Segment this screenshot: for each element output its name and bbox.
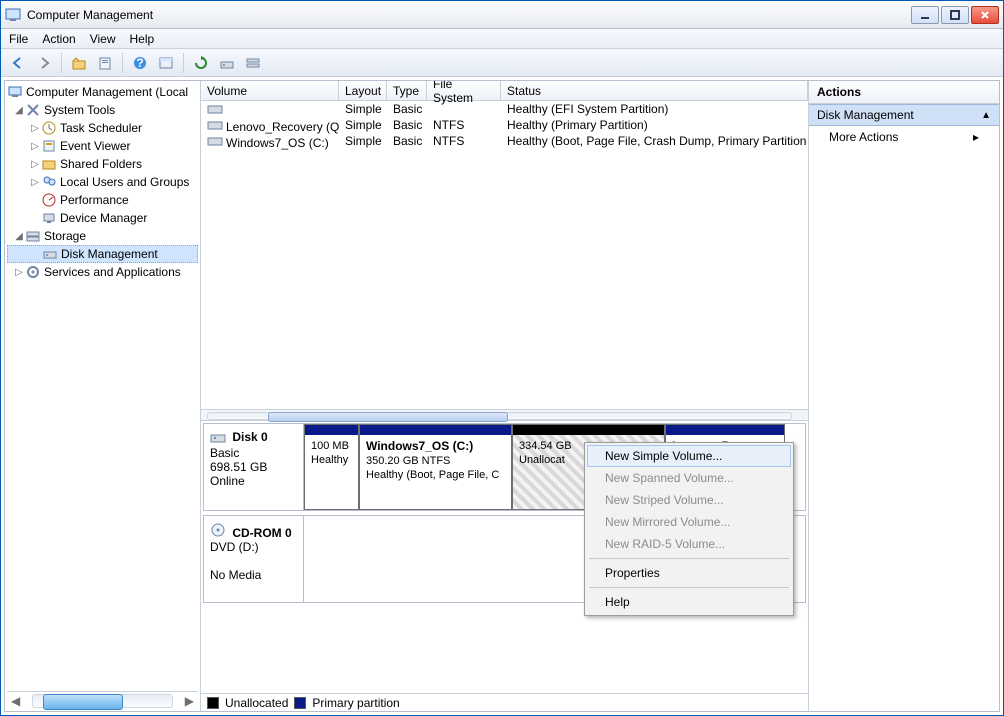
table-row[interactable]: SimpleBasicHealthy (EFI System Partition… (201, 101, 808, 117)
menu-properties[interactable]: Properties (587, 562, 791, 584)
actions-section-disk-management[interactable]: Disk Management ▲ (809, 104, 999, 126)
actions-title: Actions (809, 81, 999, 104)
volume-icon (207, 133, 223, 149)
partition[interactable]: Windows7_OS (C:)350.20 GB NTFSHealthy (B… (359, 424, 512, 510)
expand-icon[interactable]: ▷ (29, 141, 41, 152)
disk-icon (42, 246, 58, 262)
view-options-icon[interactable] (155, 52, 177, 74)
properties-icon[interactable] (94, 52, 116, 74)
up-folder-icon[interactable] (68, 52, 90, 74)
tree-services[interactable]: ▷ Services and Applications (7, 263, 198, 281)
tree-system-tools[interactable]: ◢ System Tools (7, 101, 198, 119)
volume-icon (207, 117, 223, 133)
help-icon[interactable]: ? (129, 52, 151, 74)
chevron-right-icon: ▸ (973, 130, 979, 144)
disk-list-icon[interactable] (242, 52, 264, 74)
computer-icon (7, 84, 23, 100)
menu-file[interactable]: File (9, 32, 28, 46)
maximize-button[interactable] (941, 6, 969, 24)
menu-bar: File Action View Help (1, 29, 1003, 49)
tree-performance[interactable]: Performance (7, 191, 198, 209)
services-icon (25, 264, 41, 280)
refresh-icon[interactable] (190, 52, 212, 74)
performance-icon (41, 192, 57, 208)
tree-root[interactable]: Computer Management (Local (7, 83, 198, 101)
disk-settings-icon[interactable] (216, 52, 238, 74)
menu-view[interactable]: View (90, 32, 116, 46)
close-button[interactable] (971, 6, 999, 24)
center-horizontal-scrollbar[interactable] (201, 409, 808, 421)
tree-disk-management[interactable]: Disk Management (7, 245, 198, 263)
cdrom-header[interactable]: CD-ROM 0 DVD (D:) No Media (204, 516, 304, 602)
legend: Unallocated Primary partition (201, 693, 808, 711)
table-row[interactable]: Windows7_OS (C:)SimpleBasicNTFSHealthy (… (201, 133, 808, 149)
nav-forward-button[interactable] (33, 52, 55, 74)
menu-help[interactable]: Help (130, 32, 155, 46)
users-icon (41, 174, 57, 190)
col-status[interactable]: Status (501, 81, 808, 100)
menu-action[interactable]: Action (42, 32, 75, 46)
menu-new-spanned-volume: New Spanned Volume... (587, 467, 791, 489)
expand-icon[interactable]: ▷ (13, 267, 25, 278)
tree-horizontal-scrollbar[interactable]: ◀ ▶ (7, 691, 198, 709)
tree-task-scheduler[interactable]: ▷ Task Scheduler (7, 119, 198, 137)
collapse-icon[interactable]: ◢ (13, 231, 25, 242)
menu-new-simple-volume[interactable]: New Simple Volume... (587, 445, 791, 467)
navigation-tree: Computer Management (Local ◢ System Tool… (5, 81, 201, 711)
title-bar: Computer Management (1, 1, 1003, 29)
tree-event-viewer[interactable]: ▷ Event Viewer (7, 137, 198, 155)
disk-drive-icon (210, 430, 226, 446)
collapse-arrow-icon: ▲ (981, 110, 991, 121)
legend-unallocated-swatch (207, 697, 219, 709)
menu-new-raid5-volume: New RAID-5 Volume... (587, 533, 791, 555)
col-layout[interactable]: Layout (339, 81, 387, 100)
event-icon (41, 138, 57, 154)
partition[interactable]: 100 MBHealthy (304, 424, 359, 510)
expand-icon[interactable]: ▷ (29, 177, 41, 188)
menu-help[interactable]: Help (587, 591, 791, 613)
col-volume[interactable]: Volume (201, 81, 339, 100)
collapse-icon[interactable]: ◢ (13, 105, 25, 116)
tree-device-manager[interactable]: Device Manager (7, 209, 198, 227)
window-title: Computer Management (27, 8, 911, 22)
disk-0-header[interactable]: Disk 0 Basic 698.51 GB Online (204, 424, 304, 510)
context-menu: New Simple Volume... New Spanned Volume.… (584, 442, 794, 616)
minimize-button[interactable] (911, 6, 939, 24)
center-pane: Volume Layout Type File System Status Si… (201, 81, 809, 711)
menu-new-striped-volume: New Striped Volume... (587, 489, 791, 511)
expand-icon[interactable]: ▷ (29, 159, 41, 170)
tools-icon (25, 102, 41, 118)
folder-share-icon (41, 156, 57, 172)
table-row[interactable]: Lenovo_Recovery (Q:)SimpleBasicNTFSHealt… (201, 117, 808, 133)
tree-storage[interactable]: ◢ Storage (7, 227, 198, 245)
actions-more-actions[interactable]: More Actions ▸ (809, 126, 999, 148)
nav-back-button[interactable] (7, 52, 29, 74)
col-type[interactable]: Type (387, 81, 427, 100)
volume-list-header: Volume Layout Type File System Status (201, 81, 808, 101)
device-icon (41, 210, 57, 226)
legend-primary-swatch (294, 697, 306, 709)
volume-icon (207, 101, 223, 117)
app-icon (5, 7, 21, 23)
col-filesystem[interactable]: File System (427, 81, 501, 100)
clock-icon (41, 120, 57, 136)
tree-local-users[interactable]: ▷ Local Users and Groups (7, 173, 198, 191)
volume-list: Volume Layout Type File System Status Si… (201, 81, 808, 409)
optical-drive-icon (210, 522, 226, 538)
toolbar: ? (1, 49, 1003, 77)
expand-icon[interactable]: ▷ (29, 123, 41, 134)
svg-text:?: ? (136, 56, 143, 70)
menu-new-mirrored-volume: New Mirrored Volume... (587, 511, 791, 533)
storage-icon (25, 228, 41, 244)
tree-shared-folders[interactable]: ▷ Shared Folders (7, 155, 198, 173)
actions-pane: Actions Disk Management ▲ More Actions ▸ (809, 81, 999, 711)
